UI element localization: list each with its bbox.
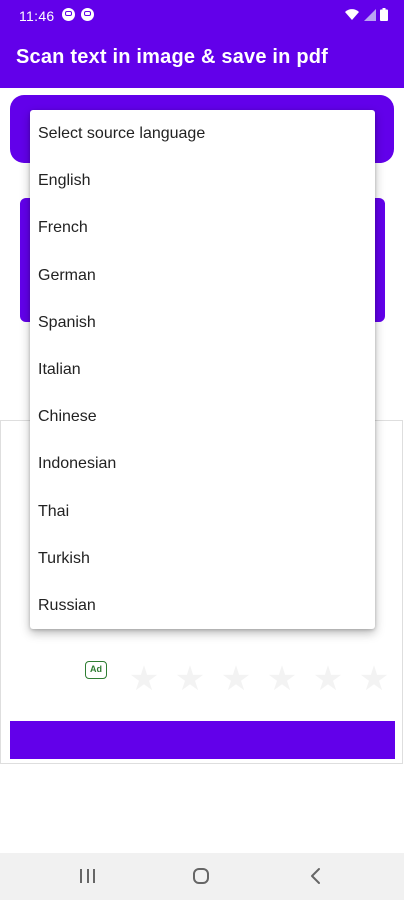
- wifi-icon: [345, 9, 359, 20]
- ad-badge: Ad: [85, 661, 107, 679]
- star-icon: ★: [128, 660, 160, 698]
- star-icon: ★: [312, 660, 344, 698]
- dropdown-item-thai[interactable]: Thai: [30, 488, 375, 535]
- dropdown-item-italian[interactable]: Italian: [30, 346, 375, 393]
- dropdown-item-spanish[interactable]: Spanish: [30, 299, 375, 346]
- dropdown-item-indonesian[interactable]: Indonesian: [30, 440, 375, 487]
- battery-icon: [380, 8, 388, 21]
- dropdown-item-select-source-language[interactable]: Select source language: [30, 110, 375, 157]
- dropdown-item-turkish[interactable]: Turkish: [30, 535, 375, 582]
- rating-stars: ★ ★ ★ ★ ★ ★: [124, 660, 394, 698]
- dropdown-item-chinese[interactable]: Chinese: [30, 393, 375, 440]
- star-icon: ★: [358, 660, 390, 698]
- dropdown-item-english[interactable]: English: [30, 157, 375, 204]
- home-icon[interactable]: [193, 868, 209, 884]
- back-icon[interactable]: [307, 867, 325, 885]
- language-dropdown[interactable]: Select source language English French Ge…: [30, 110, 375, 629]
- notification-icon: [81, 8, 94, 21]
- recents-icon[interactable]: [80, 869, 95, 883]
- star-icon: ★: [220, 660, 252, 698]
- star-icon: ★: [174, 660, 206, 698]
- dropdown-item-german[interactable]: German: [30, 252, 375, 299]
- status-bar: 11:46: [0, 0, 404, 30]
- app-title: Scan text in image & save in pdf: [16, 46, 329, 68]
- signal-icon: [364, 9, 376, 21]
- ad-action-button[interactable]: [10, 721, 395, 759]
- status-time: 11:46: [19, 8, 55, 24]
- dropdown-item-french[interactable]: French: [30, 204, 375, 251]
- system-icons: [344, 8, 388, 21]
- dropdown-item-russian[interactable]: Russian: [30, 582, 375, 629]
- star-icon: ★: [266, 660, 298, 698]
- notification-icon: [62, 8, 75, 21]
